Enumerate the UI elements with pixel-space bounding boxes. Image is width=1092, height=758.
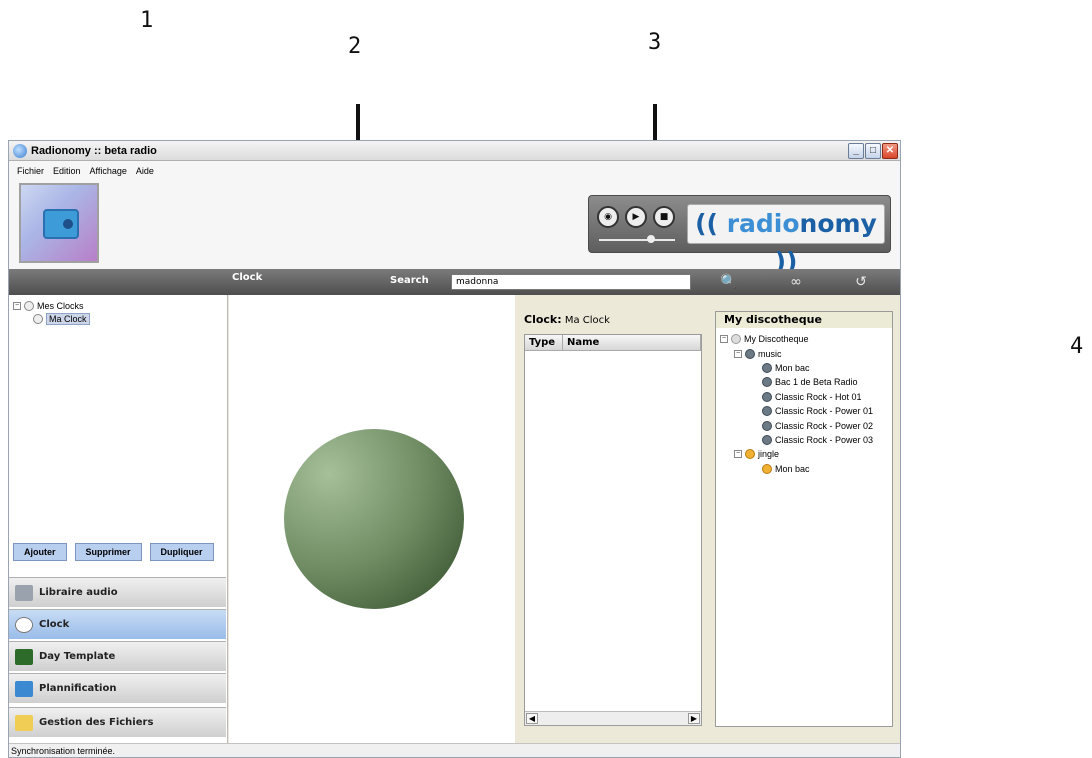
jingle-folder-icon bbox=[745, 449, 755, 460]
calendar-check-icon bbox=[15, 680, 33, 697]
folder-music[interactable]: − music bbox=[720, 346, 888, 360]
music-icon bbox=[762, 420, 772, 431]
clock-items-list[interactable]: Type Name ◀ ▶ bbox=[524, 334, 702, 726]
music-icon bbox=[762, 377, 772, 388]
delete-button[interactable]: Supprimer bbox=[74, 543, 142, 561]
link-icon[interactable]: ∞ bbox=[786, 273, 806, 291]
jingle-icon bbox=[762, 463, 772, 474]
music-icon bbox=[762, 434, 772, 445]
volume-knob[interactable] bbox=[647, 235, 655, 243]
jingle-item[interactable]: Mon bac bbox=[720, 462, 888, 476]
calendar-icon bbox=[15, 648, 33, 665]
music-icon bbox=[762, 362, 772, 373]
annotation-2: 2 bbox=[348, 34, 362, 59]
nav-clock[interactable]: Clock bbox=[9, 609, 226, 639]
nav-plannification[interactable]: Plannification bbox=[9, 673, 226, 703]
window-title: Radionomy :: beta radio bbox=[31, 144, 157, 157]
clock-section-label: Clock bbox=[232, 272, 263, 283]
title-bar: Radionomy :: beta radio _ □ ✕ bbox=[9, 141, 900, 161]
folder-jingle[interactable]: − jingle bbox=[720, 447, 888, 461]
play-button[interactable]: ▶ bbox=[625, 206, 647, 228]
tree-root-label: Mes Clocks bbox=[37, 300, 84, 311]
discotheque-icon bbox=[731, 334, 741, 345]
top-banner: ◉ ▶ ■ (( radionomy )) bbox=[9, 181, 900, 276]
clocks-panel: − Mes Clocks Ma Clock Ajouter Supprimer … bbox=[9, 295, 228, 743]
discotheque-panel: My discotheque − My Discotheque − music … bbox=[715, 311, 893, 727]
collapse-icon[interactable]: − bbox=[734, 349, 742, 358]
clock-canvas bbox=[229, 295, 515, 743]
folder-icon bbox=[15, 714, 33, 731]
minimize-button[interactable]: _ bbox=[848, 143, 864, 159]
clock-circle[interactable] bbox=[284, 429, 464, 609]
clock-panel-title: Clock: Ma Clock bbox=[524, 313, 610, 326]
radio-icon bbox=[15, 584, 33, 601]
discotheque-title: My discotheque bbox=[716, 312, 892, 328]
node-icon bbox=[24, 300, 34, 311]
music-icon bbox=[762, 391, 772, 402]
tree-root[interactable]: − My Discotheque bbox=[720, 332, 888, 346]
app-icon bbox=[13, 143, 27, 158]
search-input[interactable]: madonna bbox=[451, 274, 691, 290]
annotation-1: 1 bbox=[140, 8, 154, 33]
nav-gestion-fichiers[interactable]: Gestion des Fichiers bbox=[9, 707, 226, 737]
music-folder-icon bbox=[745, 348, 755, 359]
collapse-icon[interactable]: − bbox=[734, 450, 742, 459]
music-item[interactable]: Classic Rock - Power 02 bbox=[720, 418, 888, 432]
menu-fichier[interactable]: Fichier bbox=[17, 166, 44, 176]
column-type[interactable]: Type bbox=[525, 335, 563, 350]
list-header: Type Name bbox=[525, 335, 701, 351]
search-label: Search bbox=[390, 275, 429, 286]
menu-edition[interactable]: Edition bbox=[53, 166, 81, 176]
music-item[interactable]: Classic Rock - Power 01 bbox=[720, 404, 888, 418]
scroll-right-icon[interactable]: ▶ bbox=[688, 713, 700, 724]
clock-icon bbox=[15, 616, 33, 633]
tree-item-ma-clock[interactable]: Ma Clock bbox=[13, 312, 223, 325]
radio-logo bbox=[19, 183, 99, 263]
close-button[interactable]: ✕ bbox=[882, 143, 898, 159]
menu-aide[interactable]: Aide bbox=[136, 166, 154, 176]
annotation-3: 3 bbox=[648, 30, 662, 55]
nav-day-template[interactable]: Day Template bbox=[9, 641, 226, 671]
add-button[interactable]: Ajouter bbox=[13, 543, 67, 561]
music-icon bbox=[762, 406, 772, 417]
menu-affichage[interactable]: Affichage bbox=[90, 166, 127, 176]
column-name[interactable]: Name bbox=[563, 335, 701, 350]
maximize-button[interactable]: □ bbox=[865, 143, 881, 159]
collapse-icon[interactable]: − bbox=[13, 301, 21, 310]
status-bar: Synchronisation terminée. bbox=[9, 743, 900, 757]
clock-title-value: Ma Clock bbox=[564, 315, 610, 326]
refresh-icon[interactable]: ↺ bbox=[851, 273, 871, 291]
discotheque-tree: − My Discotheque − music Mon bac Bac 1 d… bbox=[716, 328, 892, 480]
tree-root[interactable]: − Mes Clocks bbox=[13, 299, 223, 312]
duplicate-button[interactable]: Dupliquer bbox=[149, 543, 214, 561]
music-item[interactable]: Classic Rock - Power 03 bbox=[720, 433, 888, 447]
clocks-tree: − Mes Clocks Ma Clock bbox=[9, 295, 227, 329]
annotation-4: 4 bbox=[1070, 334, 1084, 359]
volume-slider[interactable] bbox=[599, 239, 675, 241]
stop-button[interactable]: ■ bbox=[653, 206, 675, 228]
music-item[interactable]: Mon bac bbox=[720, 361, 888, 375]
radionomy-logo: (( radionomy )) bbox=[687, 204, 885, 276]
search-icon[interactable]: 🔍 bbox=[719, 273, 739, 291]
player-panel: ◉ ▶ ■ (( radionomy )) bbox=[588, 195, 891, 276]
menu-bar: Fichier Edition Affichage Aide bbox=[9, 161, 900, 181]
horizontal-scrollbar[interactable]: ◀ ▶ bbox=[525, 711, 701, 725]
clock-title-label: Clock: bbox=[524, 313, 562, 326]
toolbar: Clock Search madonna 🔍 ∞ ↺ bbox=[9, 269, 900, 295]
record-button[interactable]: ◉ bbox=[597, 206, 619, 228]
music-item[interactable]: Bac 1 de Beta Radio bbox=[720, 375, 888, 389]
music-item[interactable]: Classic Rock - Hot 01 bbox=[720, 390, 888, 404]
collapse-icon[interactable]: − bbox=[720, 335, 728, 344]
scroll-left-icon[interactable]: ◀ bbox=[526, 713, 538, 724]
radio-icon bbox=[43, 209, 79, 239]
tree-item-label: Ma Clock bbox=[46, 312, 90, 325]
nav-libraire-audio[interactable]: Libraire audio bbox=[9, 577, 226, 607]
node-icon bbox=[33, 313, 43, 324]
